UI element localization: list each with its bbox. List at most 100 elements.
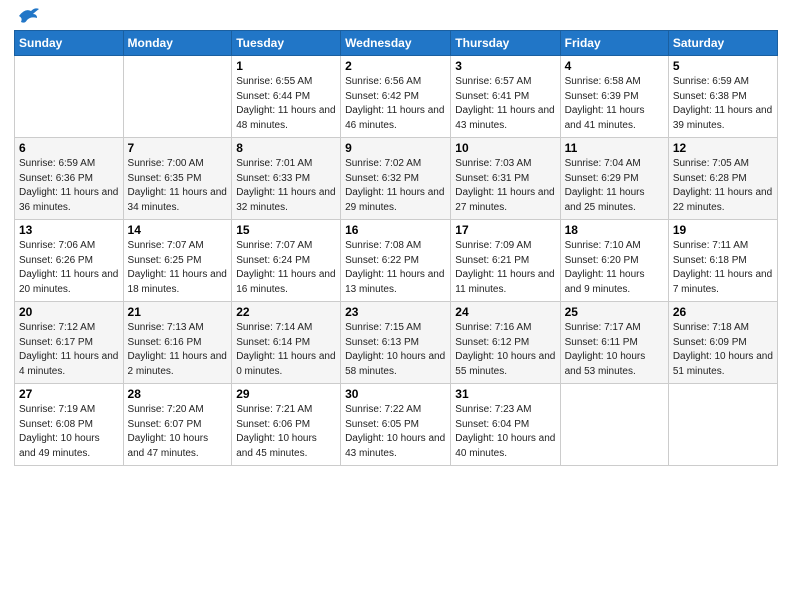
calendar-cell: 20 Sunrise: 7:12 AM Sunset: 6:17 PM Dayl… — [15, 302, 124, 384]
calendar-cell: 6 Sunrise: 6:59 AM Sunset: 6:36 PM Dayli… — [15, 138, 124, 220]
day-number: 13 — [19, 223, 119, 237]
calendar-cell: 27 Sunrise: 7:19 AM Sunset: 6:08 PM Dayl… — [15, 384, 124, 466]
calendar-cell: 8 Sunrise: 7:01 AM Sunset: 6:33 PM Dayli… — [232, 138, 341, 220]
calendar-cell: 19 Sunrise: 7:11 AM Sunset: 6:18 PM Dayl… — [668, 220, 777, 302]
day-number: 16 — [345, 223, 446, 237]
calendar-cell: 23 Sunrise: 7:15 AM Sunset: 6:13 PM Dayl… — [341, 302, 451, 384]
day-info: Sunrise: 7:13 AM Sunset: 6:16 PM Dayligh… — [128, 321, 228, 379]
calendar-week-2: 6 Sunrise: 6:59 AM Sunset: 6:36 PM Dayli… — [15, 138, 778, 220]
calendar-week-5: 27 Sunrise: 7:19 AM Sunset: 6:08 PM Dayl… — [15, 384, 778, 466]
calendar-week-4: 20 Sunrise: 7:12 AM Sunset: 6:17 PM Dayl… — [15, 302, 778, 384]
day-info: Sunrise: 7:05 AM Sunset: 6:28 PM Dayligh… — [673, 157, 773, 215]
weekday-header-saturday: Saturday — [668, 31, 777, 56]
day-info: Sunrise: 6:57 AM Sunset: 6:41 PM Dayligh… — [455, 75, 555, 133]
day-number: 6 — [19, 141, 119, 155]
day-number: 12 — [673, 141, 773, 155]
day-info: Sunrise: 7:10 AM Sunset: 6:20 PM Dayligh… — [565, 239, 664, 297]
calendar-cell: 22 Sunrise: 7:14 AM Sunset: 6:14 PM Dayl… — [232, 302, 341, 384]
day-number: 15 — [236, 223, 336, 237]
day-info: Sunrise: 7:03 AM Sunset: 6:31 PM Dayligh… — [455, 157, 555, 215]
calendar-cell: 4 Sunrise: 6:58 AM Sunset: 6:39 PM Dayli… — [560, 56, 668, 138]
calendar-cell: 21 Sunrise: 7:13 AM Sunset: 6:16 PM Dayl… — [123, 302, 232, 384]
day-number: 1 — [236, 59, 336, 73]
day-number: 3 — [455, 59, 555, 73]
day-info: Sunrise: 6:55 AM Sunset: 6:44 PM Dayligh… — [236, 75, 336, 133]
day-info: Sunrise: 6:56 AM Sunset: 6:42 PM Dayligh… — [345, 75, 446, 133]
day-number: 5 — [673, 59, 773, 73]
calendar-week-1: 1 Sunrise: 6:55 AM Sunset: 6:44 PM Dayli… — [15, 56, 778, 138]
day-info: Sunrise: 7:17 AM Sunset: 6:11 PM Dayligh… — [565, 321, 664, 379]
weekday-header-row: SundayMondayTuesdayWednesdayThursdayFrid… — [15, 31, 778, 56]
day-number: 29 — [236, 387, 336, 401]
day-info: Sunrise: 7:22 AM Sunset: 6:05 PM Dayligh… — [345, 403, 446, 461]
day-number: 19 — [673, 223, 773, 237]
day-number: 30 — [345, 387, 446, 401]
day-info: Sunrise: 6:58 AM Sunset: 6:39 PM Dayligh… — [565, 75, 664, 133]
weekday-header-monday: Monday — [123, 31, 232, 56]
calendar-cell: 28 Sunrise: 7:20 AM Sunset: 6:07 PM Dayl… — [123, 384, 232, 466]
day-info: Sunrise: 7:07 AM Sunset: 6:25 PM Dayligh… — [128, 239, 228, 297]
day-info: Sunrise: 7:04 AM Sunset: 6:29 PM Dayligh… — [565, 157, 664, 215]
calendar-cell: 18 Sunrise: 7:10 AM Sunset: 6:20 PM Dayl… — [560, 220, 668, 302]
weekday-header-tuesday: Tuesday — [232, 31, 341, 56]
day-info: Sunrise: 7:16 AM Sunset: 6:12 PM Dayligh… — [455, 321, 555, 379]
weekday-header-wednesday: Wednesday — [341, 31, 451, 56]
calendar-cell: 31 Sunrise: 7:23 AM Sunset: 6:04 PM Dayl… — [451, 384, 560, 466]
day-number: 4 — [565, 59, 664, 73]
calendar-cell: 14 Sunrise: 7:07 AM Sunset: 6:25 PM Dayl… — [123, 220, 232, 302]
calendar-cell: 3 Sunrise: 6:57 AM Sunset: 6:41 PM Dayli… — [451, 56, 560, 138]
day-number: 18 — [565, 223, 664, 237]
day-number: 24 — [455, 305, 555, 319]
calendar-cell — [15, 56, 124, 138]
calendar-cell: 24 Sunrise: 7:16 AM Sunset: 6:12 PM Dayl… — [451, 302, 560, 384]
day-number: 8 — [236, 141, 336, 155]
day-number: 20 — [19, 305, 119, 319]
day-info: Sunrise: 7:15 AM Sunset: 6:13 PM Dayligh… — [345, 321, 446, 379]
calendar-cell: 30 Sunrise: 7:22 AM Sunset: 6:05 PM Dayl… — [341, 384, 451, 466]
calendar-cell: 25 Sunrise: 7:17 AM Sunset: 6:11 PM Dayl… — [560, 302, 668, 384]
day-number: 27 — [19, 387, 119, 401]
day-number: 2 — [345, 59, 446, 73]
day-info: Sunrise: 7:14 AM Sunset: 6:14 PM Dayligh… — [236, 321, 336, 379]
calendar-cell: 29 Sunrise: 7:21 AM Sunset: 6:06 PM Dayl… — [232, 384, 341, 466]
day-number: 21 — [128, 305, 228, 319]
day-info: Sunrise: 7:19 AM Sunset: 6:08 PM Dayligh… — [19, 403, 119, 461]
weekday-header-thursday: Thursday — [451, 31, 560, 56]
calendar-cell: 1 Sunrise: 6:55 AM Sunset: 6:44 PM Dayli… — [232, 56, 341, 138]
header — [14, 10, 778, 24]
day-info: Sunrise: 7:08 AM Sunset: 6:22 PM Dayligh… — [345, 239, 446, 297]
calendar-cell — [560, 384, 668, 466]
day-info: Sunrise: 6:59 AM Sunset: 6:36 PM Dayligh… — [19, 157, 119, 215]
day-number: 11 — [565, 141, 664, 155]
day-info: Sunrise: 6:59 AM Sunset: 6:38 PM Dayligh… — [673, 75, 773, 133]
calendar-table: SundayMondayTuesdayWednesdayThursdayFrid… — [14, 30, 778, 466]
calendar-cell: 11 Sunrise: 7:04 AM Sunset: 6:29 PM Dayl… — [560, 138, 668, 220]
day-number: 14 — [128, 223, 228, 237]
day-number: 31 — [455, 387, 555, 401]
day-info: Sunrise: 7:00 AM Sunset: 6:35 PM Dayligh… — [128, 157, 228, 215]
logo — [14, 10, 39, 24]
day-number: 25 — [565, 305, 664, 319]
day-info: Sunrise: 7:23 AM Sunset: 6:04 PM Dayligh… — [455, 403, 555, 461]
page-container: SundayMondayTuesdayWednesdayThursdayFrid… — [0, 0, 792, 474]
calendar-week-3: 13 Sunrise: 7:06 AM Sunset: 6:26 PM Dayl… — [15, 220, 778, 302]
calendar-cell: 13 Sunrise: 7:06 AM Sunset: 6:26 PM Dayl… — [15, 220, 124, 302]
calendar-cell: 12 Sunrise: 7:05 AM Sunset: 6:28 PM Dayl… — [668, 138, 777, 220]
day-info: Sunrise: 7:06 AM Sunset: 6:26 PM Dayligh… — [19, 239, 119, 297]
day-info: Sunrise: 7:01 AM Sunset: 6:33 PM Dayligh… — [236, 157, 336, 215]
calendar-cell: 7 Sunrise: 7:00 AM Sunset: 6:35 PM Dayli… — [123, 138, 232, 220]
calendar-cell: 26 Sunrise: 7:18 AM Sunset: 6:09 PM Dayl… — [668, 302, 777, 384]
day-number: 23 — [345, 305, 446, 319]
calendar-cell: 15 Sunrise: 7:07 AM Sunset: 6:24 PM Dayl… — [232, 220, 341, 302]
calendar-cell: 10 Sunrise: 7:03 AM Sunset: 6:31 PM Dayl… — [451, 138, 560, 220]
day-number: 26 — [673, 305, 773, 319]
logo-bird-icon — [17, 6, 39, 24]
day-info: Sunrise: 7:18 AM Sunset: 6:09 PM Dayligh… — [673, 321, 773, 379]
day-info: Sunrise: 7:12 AM Sunset: 6:17 PM Dayligh… — [19, 321, 119, 379]
day-number: 9 — [345, 141, 446, 155]
calendar-cell: 17 Sunrise: 7:09 AM Sunset: 6:21 PM Dayl… — [451, 220, 560, 302]
day-info: Sunrise: 7:20 AM Sunset: 6:07 PM Dayligh… — [128, 403, 228, 461]
day-number: 17 — [455, 223, 555, 237]
calendar-cell — [668, 384, 777, 466]
day-info: Sunrise: 7:11 AM Sunset: 6:18 PM Dayligh… — [673, 239, 773, 297]
